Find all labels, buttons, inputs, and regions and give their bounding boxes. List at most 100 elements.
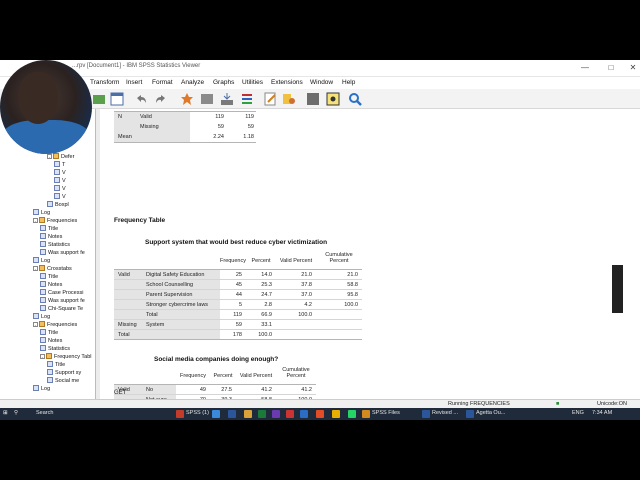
minimize-button[interactable]: — xyxy=(578,62,592,74)
word-icon[interactable] xyxy=(228,410,236,418)
expand-icon[interactable]: - xyxy=(40,354,45,359)
menu-item[interactable]: Analyze xyxy=(181,79,204,86)
nav-item[interactable]: Title xyxy=(40,329,58,337)
taskbar-clock[interactable]: 7:34 AM xyxy=(592,410,612,416)
stat-value: 59 xyxy=(217,124,224,130)
nav-item[interactable]: Notes xyxy=(40,337,62,345)
nav-item[interactable]: T xyxy=(54,161,65,169)
goto-case-icon[interactable] xyxy=(200,92,214,106)
page-icon xyxy=(40,281,46,287)
open-icon[interactable] xyxy=(92,92,106,106)
taskbar-app-icon[interactable] xyxy=(212,410,220,418)
book-icon xyxy=(39,321,45,327)
page-icon xyxy=(33,257,39,263)
whatsapp-icon[interactable] xyxy=(348,410,356,418)
search-icon[interactable] xyxy=(348,92,362,106)
goto-data-icon[interactable] xyxy=(180,92,194,106)
nav-item-label: Log xyxy=(41,386,51,392)
word-icon[interactable] xyxy=(466,410,474,418)
select-icon[interactable] xyxy=(306,92,320,106)
nav-item[interactable]: - Frequency Tabl xyxy=(40,353,92,361)
nav-item[interactable]: Title xyxy=(40,273,58,281)
menu-item[interactable]: Utilities xyxy=(242,79,263,86)
expand-icon[interactable]: - xyxy=(33,322,38,327)
nav-item[interactable]: Was support fe xyxy=(40,249,85,257)
taskbar-search-label[interactable]: Search xyxy=(36,410,53,416)
nav-item[interactable]: Was support fe xyxy=(40,297,85,305)
designate-icon[interactable] xyxy=(282,92,296,106)
status-icon: ■ xyxy=(556,401,560,407)
nav-item[interactable]: - Defer xyxy=(47,153,74,161)
menu-item[interactable]: Format xyxy=(152,79,173,86)
nav-item[interactable]: V xyxy=(54,177,66,185)
taskbar-item-revised[interactable]: Revised ... xyxy=(432,410,458,416)
column-header: Cumulative Percent xyxy=(282,367,310,379)
nav-item-label: Case Processi xyxy=(48,290,84,296)
close-button[interactable]: ✕ xyxy=(626,62,640,74)
expand-icon[interactable]: - xyxy=(33,218,38,223)
nav-item[interactable]: Log xyxy=(33,257,50,265)
menu-item[interactable]: Insert xyxy=(126,79,142,86)
nav-item[interactable]: Statistics xyxy=(40,241,70,249)
edit-icon[interactable] xyxy=(264,92,278,106)
page-icon xyxy=(40,345,46,351)
word-icon[interactable] xyxy=(422,410,430,418)
taskbar-lang[interactable]: ENG xyxy=(572,410,584,416)
nav-item[interactable]: Statistics xyxy=(40,345,70,353)
page-icon xyxy=(40,289,46,295)
data-editor-icon[interactable] xyxy=(110,92,124,106)
nav-item[interactable]: Title xyxy=(47,361,65,369)
nav-item[interactable]: - Frequencies xyxy=(33,321,77,329)
export-icon[interactable] xyxy=(220,92,234,106)
expand-icon[interactable]: - xyxy=(33,266,38,271)
taskbar-app-icon[interactable] xyxy=(316,410,324,418)
nav-item[interactable]: Social me xyxy=(47,377,79,385)
row-header-shade xyxy=(114,112,190,122)
nav-item[interactable]: Title xyxy=(40,225,58,233)
nav-item[interactable]: Notes xyxy=(40,233,62,241)
taskbar-item-spss[interactable]: SPSS (1) xyxy=(186,410,209,416)
menu-item[interactable]: Help xyxy=(342,79,355,86)
nav-item[interactable]: Boxpl xyxy=(47,201,69,209)
menu-item[interactable]: Window xyxy=(310,79,333,86)
nav-item-label: Log xyxy=(41,210,51,216)
nav-item[interactable]: V xyxy=(54,193,66,201)
nav-item[interactable]: Log xyxy=(33,209,50,217)
show-icon[interactable] xyxy=(326,92,340,106)
taskbar-app-icon[interactable] xyxy=(286,410,294,418)
page-icon xyxy=(40,337,46,343)
nav-item-label: Statistics xyxy=(48,346,71,352)
nav-item[interactable]: - Frequencies xyxy=(33,217,77,225)
taskbar-search-icon[interactable]: ⚲ xyxy=(14,410,18,416)
nav-item[interactable]: Chi-Square Te xyxy=(40,305,83,313)
menu-item[interactable]: Graphs xyxy=(213,79,234,86)
chrome-icon[interactable] xyxy=(332,410,340,418)
folder-icon[interactable] xyxy=(362,410,370,418)
nav-item[interactable]: V xyxy=(54,169,66,177)
menu-item[interactable]: Extensions xyxy=(271,79,303,86)
maximize-button[interactable]: □ xyxy=(604,62,618,74)
nav-item[interactable]: V xyxy=(54,185,66,193)
edge-icon[interactable] xyxy=(300,410,308,418)
nav-item[interactable]: Log xyxy=(33,385,50,393)
nav-item[interactable]: Notes xyxy=(40,281,62,289)
nav-item[interactable]: Log xyxy=(33,313,50,321)
nav-item[interactable]: - Crosstabs xyxy=(33,265,72,273)
taskbar-app-icon[interactable] xyxy=(272,410,280,418)
undo-icon[interactable] xyxy=(134,92,148,106)
nav-item-label: Statistics xyxy=(48,242,71,248)
taskbar-item-spss-files[interactable]: SPSS Files xyxy=(372,410,400,416)
taskbar-app-icon[interactable] xyxy=(176,410,184,418)
taskbar-item-agetta[interactable]: Agetta Ou... xyxy=(476,410,505,416)
stat-sublabel: Valid xyxy=(140,114,152,120)
nav-item[interactable]: Case Processi xyxy=(40,289,83,297)
expand-icon[interactable]: - xyxy=(47,154,52,159)
excel-icon[interactable] xyxy=(258,410,266,418)
variables-icon[interactable] xyxy=(240,92,254,106)
nav-item[interactable]: Support sy xyxy=(47,369,81,377)
redo-icon[interactable] xyxy=(154,92,168,106)
windows-start-icon[interactable]: ⊞ xyxy=(3,410,8,416)
page-icon xyxy=(54,185,60,191)
folder-icon[interactable] xyxy=(244,410,252,418)
menu-item[interactable]: Transform xyxy=(90,79,119,86)
